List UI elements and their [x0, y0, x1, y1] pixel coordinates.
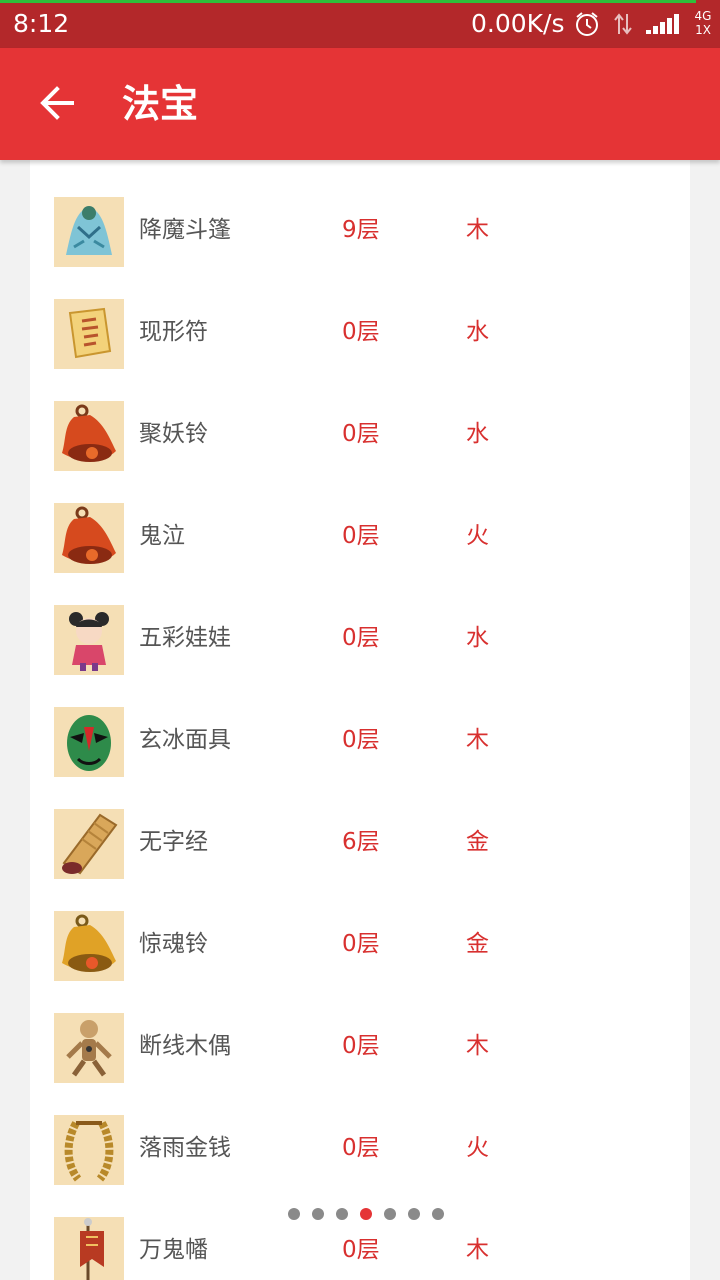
network-type-label: 4G 1X	[688, 9, 718, 37]
treasure-name: 聚妖铃	[139, 421, 208, 447]
treasure-level: 0层	[342, 523, 380, 549]
rolled-scroll-icon	[54, 809, 124, 879]
back-button[interactable]	[32, 78, 82, 128]
page-dot-7[interactable]	[432, 1208, 444, 1220]
treasure-name: 现形符	[139, 319, 208, 345]
alarm-icon	[574, 11, 600, 37]
gold-bell-icon	[54, 911, 124, 981]
list-item[interactable]: 降魔斗篷 9层 木	[30, 178, 690, 280]
page-dot-2[interactable]	[312, 1208, 324, 1220]
treasure-level: 6层	[342, 829, 380, 855]
network-speed: 0.00K/s	[471, 9, 565, 38]
list-item[interactable]: 惊魂铃 0层 金	[30, 892, 690, 994]
list-item[interactable]: 现形符 0层 水	[30, 280, 690, 382]
treasure-element: 金	[466, 829, 489, 855]
list-item[interactable]: 无字经 6层 金	[30, 790, 690, 892]
treasure-level: 0层	[342, 1237, 380, 1263]
treasure-element: 木	[466, 1237, 489, 1263]
page-title: 法宝	[122, 82, 199, 126]
doll-icon	[54, 605, 124, 675]
treasure-level: 0层	[342, 931, 380, 957]
treasure-name: 无字经	[139, 829, 208, 855]
treasure-level: 0层	[342, 1135, 380, 1161]
treasure-level: 0层	[342, 1033, 380, 1059]
list-item[interactable]: 五彩娃娃 0层 水	[30, 586, 690, 688]
signal-icon	[645, 12, 685, 36]
treasure-level: 0层	[342, 727, 380, 753]
page-dot-3[interactable]	[336, 1208, 348, 1220]
treasure-name: 万鬼幡	[139, 1237, 208, 1263]
list-item[interactable]: 断线木偶 0层 木	[30, 994, 690, 1096]
treasure-element: 水	[466, 421, 489, 447]
treasure-level: 0层	[342, 319, 380, 345]
list-item[interactable]: 鬼泣 0层 火	[30, 484, 690, 586]
page-dot-1[interactable]	[288, 1208, 300, 1220]
treasure-name: 惊魂铃	[139, 931, 208, 957]
data-transfer-icon	[612, 12, 634, 36]
treasure-name: 玄冰面具	[139, 727, 231, 753]
banner-icon	[54, 1217, 124, 1280]
treasure-name: 降魔斗篷	[139, 217, 231, 243]
treasure-element: 火	[466, 523, 489, 549]
list-item[interactable]: 聚妖铃 0层 水	[30, 382, 690, 484]
page-dot-4[interactable]	[360, 1208, 372, 1220]
treasure-element: 水	[466, 625, 489, 651]
page-dot-6[interactable]	[408, 1208, 420, 1220]
sim-slot: 1X	[695, 23, 711, 37]
arrow-left-icon	[40, 86, 74, 120]
puppet-icon	[54, 1013, 124, 1083]
treasure-level: 0层	[342, 421, 380, 447]
treasure-list[interactable]: 降魔斗篷 9层 木 现形符 0层 水 聚妖铃 0层 水 鬼泣 0层 火 五彩娃娃…	[30, 160, 690, 1280]
app-toolbar: 法宝	[0, 48, 720, 160]
page-dot-5[interactable]	[384, 1208, 396, 1220]
treasure-name: 五彩娃娃	[139, 625, 231, 651]
treasure-name: 鬼泣	[139, 523, 185, 549]
cloak-icon	[54, 197, 124, 267]
treasure-element: 水	[466, 319, 489, 345]
status-bar: 8:12 0.00K/s 4G 1X	[0, 0, 720, 48]
opera-mask-icon	[54, 707, 124, 777]
treasure-level: 0层	[342, 625, 380, 651]
treasure-element: 木	[466, 217, 489, 243]
loading-progress-bar	[0, 0, 696, 3]
list-item[interactable]: 玄冰面具 0层 木	[30, 688, 690, 790]
treasure-name: 落雨金钱	[139, 1135, 231, 1161]
network-type: 4G	[694, 9, 712, 23]
coin-string-icon	[54, 1115, 124, 1185]
red-bell-icon	[54, 401, 124, 471]
treasure-element: 火	[466, 1135, 489, 1161]
treasure-element: 木	[466, 727, 489, 753]
red-bell-icon	[54, 503, 124, 573]
treasure-element: 金	[466, 931, 489, 957]
treasure-name: 断线木偶	[139, 1033, 231, 1059]
treasure-level: 9层	[342, 217, 380, 243]
talisman-scroll-icon	[54, 299, 124, 369]
treasure-element: 木	[466, 1033, 489, 1059]
page-indicator	[288, 1208, 448, 1222]
status-time: 8:12	[13, 9, 70, 38]
list-item[interactable]: 落雨金钱 0层 火	[30, 1096, 690, 1198]
